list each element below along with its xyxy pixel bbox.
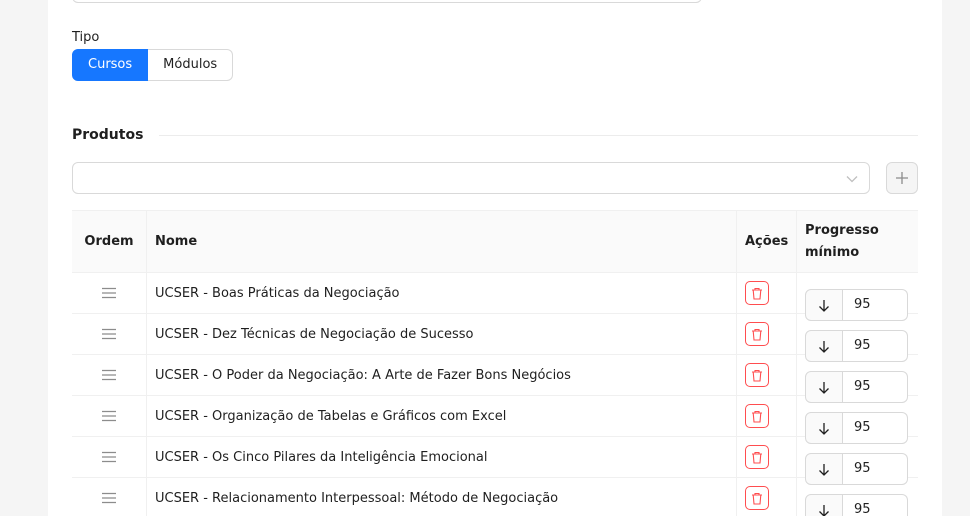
drag-handle-icon[interactable] (102, 492, 116, 504)
product-name: UCSER - O Poder da Negociação: A Arte de… (147, 355, 737, 395)
header-ordem: Ordem (72, 211, 147, 272)
arrow-down-icon (819, 299, 829, 312)
arrow-down-icon (819, 422, 829, 435)
ordem-cell (72, 478, 147, 516)
tipo-segmented-control: Cursos Módulos (72, 49, 234, 81)
drag-handle-icon[interactable] (102, 451, 116, 463)
ordem-cell (72, 355, 147, 395)
progresso-cell: 95 (797, 478, 918, 516)
ordem-cell (72, 273, 147, 313)
acoes-cell (737, 478, 797, 516)
trash-icon (752, 328, 762, 341)
produtos-title-text: Produtos (72, 127, 144, 143)
trash-icon (752, 287, 762, 300)
progresso-cell: 95 (797, 314, 918, 362)
header-acoes: Ações (737, 211, 797, 272)
tipo-option-cursos[interactable]: Cursos (72, 49, 149, 81)
delete-button[interactable] (745, 486, 769, 510)
table-row: UCSER - O Poder da Negociação: A Arte de… (72, 355, 918, 403)
plus-icon (896, 172, 908, 184)
section-divider (159, 134, 918, 136)
table-header: Ordem Nome Ações Progresso mínimo (72, 211, 918, 273)
progresso-cell: 95 (797, 273, 918, 321)
delete-button[interactable] (745, 281, 769, 305)
table-body: UCSER - Boas Práticas da Negociação 95 U… (72, 273, 918, 516)
delete-button[interactable] (745, 445, 769, 469)
acoes-cell (737, 273, 797, 313)
products-table: Ordem Nome Ações Progresso mínimo UCSER … (72, 210, 918, 516)
drag-handle-icon[interactable] (102, 369, 116, 381)
trash-icon (752, 410, 762, 423)
arrow-down-icon (819, 504, 829, 516)
acoes-cell (737, 355, 797, 395)
trash-icon (752, 451, 762, 464)
previous-field-input[interactable] (72, 0, 702, 3)
product-name: UCSER - Os Cinco Pilares da Inteligência… (147, 437, 737, 477)
acoes-cell (737, 437, 797, 477)
drag-handle-icon[interactable] (102, 328, 116, 340)
table-row: UCSER - Boas Práticas da Negociação 95 (72, 273, 918, 321)
arrow-down-icon (819, 381, 829, 394)
delete-button[interactable] (745, 404, 769, 428)
acoes-cell (737, 396, 797, 436)
product-name: UCSER - Dez Técnicas de Negociação de Su… (147, 314, 737, 354)
progresso-stepper: 95 (805, 494, 908, 516)
chevron-down-icon (846, 176, 858, 183)
ordem-cell (72, 314, 147, 354)
table-row: UCSER - Dez Técnicas de Negociação de Su… (72, 314, 918, 362)
delete-button[interactable] (745, 322, 769, 346)
progresso-cell: 95 (797, 437, 918, 485)
table-row: UCSER - Relacionamento Interpessoal: Mét… (72, 478, 918, 516)
drag-handle-icon[interactable] (102, 410, 116, 422)
delete-button[interactable] (745, 363, 769, 387)
produtos-section-title: Produtos (72, 125, 918, 145)
tipo-label: Tipo (72, 30, 100, 45)
add-product-button[interactable] (886, 162, 918, 194)
table-row: UCSER - Os Cinco Pilares da Inteligência… (72, 437, 918, 485)
decrement-button[interactable] (805, 494, 843, 516)
ordem-cell (72, 437, 147, 477)
product-name: UCSER - Relacionamento Interpessoal: Mét… (147, 478, 737, 516)
product-name: UCSER - Organização de Tabelas e Gráfico… (147, 396, 737, 436)
header-nome: Nome (147, 211, 737, 272)
product-select[interactable] (72, 162, 870, 194)
trash-icon (752, 492, 762, 505)
form-card: Tipo Cursos Módulos Produtos Ordem Nome … (48, 0, 942, 516)
progresso-cell: 95 (797, 396, 918, 444)
progresso-cell: 95 (797, 355, 918, 403)
trash-icon (752, 369, 762, 382)
product-name: UCSER - Boas Práticas da Negociação (147, 273, 737, 313)
acoes-cell (737, 314, 797, 354)
progresso-input[interactable]: 95 (843, 494, 908, 516)
ordem-cell (72, 396, 147, 436)
arrow-down-icon (819, 340, 829, 353)
arrow-down-icon (819, 463, 829, 476)
header-progresso: Progresso mínimo (805, 222, 879, 260)
tipo-option-modulos[interactable]: Módulos (148, 49, 234, 81)
table-row: UCSER - Organização de Tabelas e Gráfico… (72, 396, 918, 444)
drag-handle-icon[interactable] (102, 287, 116, 299)
